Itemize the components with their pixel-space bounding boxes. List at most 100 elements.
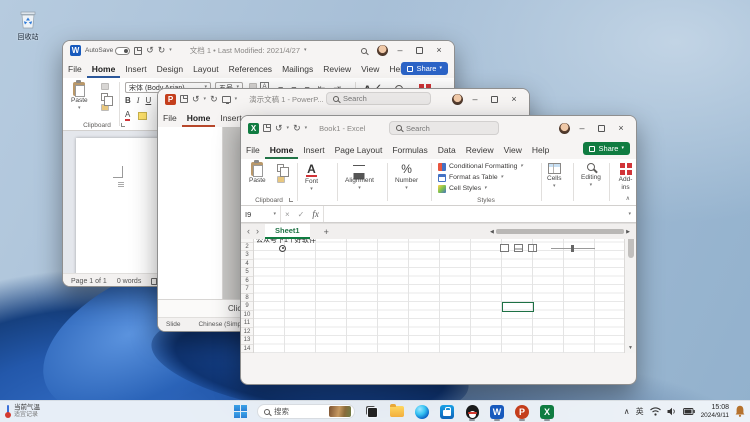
menu-item[interactable]: Formulas — [387, 140, 432, 159]
highlight-button[interactable] — [138, 112, 147, 120]
editing-group-button[interactable]: Editing ▾ — [581, 163, 601, 188]
qq-button[interactable] — [464, 403, 480, 421]
collapse-ribbon-icon[interactable]: ∧ — [626, 195, 630, 202]
maximize-button[interactable] — [416, 47, 423, 54]
expand-formula-bar-icon[interactable]: ▾ — [623, 212, 636, 217]
view-normal-icon[interactable] — [500, 244, 509, 252]
volume-icon[interactable] — [667, 407, 677, 416]
horizontal-scrollbar[interactable]: ◀ ▶ — [490, 227, 630, 236]
scroll-left-icon[interactable]: ◀ — [490, 229, 494, 235]
paste-button[interactable]: Paste — [249, 162, 266, 185]
minimize-button[interactable]: – — [467, 95, 483, 104]
add-sheet-button[interactable]: + — [324, 227, 329, 237]
dialog-launcher-icon[interactable] — [289, 198, 293, 202]
copy-icon[interactable] — [277, 164, 284, 172]
row-header[interactable]: 14 — [241, 345, 253, 354]
formula-enter-icon[interactable]: ✓ — [294, 210, 309, 219]
sheet-tab[interactable]: Sheet1 — [265, 224, 310, 239]
sheet-nav-next-icon[interactable]: › — [256, 227, 259, 236]
autosave-toggle[interactable]: AutoSave — [85, 47, 130, 55]
excel-taskbar-button[interactable]: X — [539, 403, 555, 421]
row-header[interactable]: 13 — [241, 336, 253, 345]
menu-item[interactable]: View — [499, 140, 527, 159]
minimize-button[interactable]: – — [574, 124, 590, 133]
menu-item[interactable]: References — [224, 60, 277, 78]
status-slide-label[interactable]: Slide — [166, 321, 180, 328]
task-view-button[interactable] — [364, 403, 380, 421]
formula-cancel-icon[interactable]: × — [281, 210, 294, 219]
menu-item[interactable]: Insert — [120, 60, 151, 78]
alignment-group-button[interactable]: Alignment ▾ — [345, 165, 374, 191]
avatar[interactable] — [452, 94, 463, 105]
row-header[interactable]: 8 — [241, 294, 253, 303]
slide-thumbnail-panel[interactable] — [158, 127, 223, 299]
save-icon[interactable] — [263, 124, 271, 132]
title-caret-icon[interactable]: ▾ — [304, 48, 307, 53]
cells-group-button[interactable]: Cells ▾ — [547, 163, 561, 189]
formula-input[interactable] — [323, 206, 624, 222]
menu-item[interactable]: File — [241, 140, 265, 159]
save-icon[interactable] — [180, 95, 188, 103]
zoom-knob[interactable] — [571, 245, 574, 252]
status-page-count[interactable]: Page 1 of 1 — [71, 278, 107, 285]
share-button[interactable]: Share ▾ — [401, 62, 448, 75]
edge-button[interactable] — [414, 403, 430, 421]
quick-access-caret-icon[interactable]: ▾ — [305, 126, 308, 131]
taskbar-search[interactable]: 搜索 — [257, 404, 355, 419]
menu-item[interactable]: Review — [318, 60, 356, 78]
quick-access-caret-icon[interactable]: ▾ — [169, 48, 172, 53]
undo-icon[interactable]: ↺ — [275, 124, 283, 133]
redo-icon[interactable]: ↻ — [158, 46, 166, 55]
tray-chevron-icon[interactable]: ∧ — [624, 407, 630, 416]
close-button[interactable]: × — [431, 46, 447, 55]
menu-item[interactable]: Home — [182, 109, 216, 127]
undo-icon[interactable]: ↺ — [192, 95, 200, 104]
notification-bell-icon[interactable] — [735, 405, 745, 417]
redo-icon[interactable]: ↻ — [293, 124, 301, 133]
row-header[interactable]: 6 — [241, 277, 253, 286]
word-titlebar[interactable]: W AutoSave ↺ ↻ ▾ 文档 1 • Last Modified: 2… — [63, 41, 454, 60]
powerpoint-titlebar[interactable]: P ↺ ▾ ↻ ▾ 演示文稿 1 - PowerP... Search – × — [158, 89, 529, 109]
menu-item[interactable]: File — [63, 60, 87, 78]
row-header[interactable]: 2 — [241, 243, 253, 252]
powerpoint-taskbar-button[interactable]: P — [514, 403, 530, 421]
italic-button[interactable]: I — [137, 97, 140, 105]
menu-item[interactable]: Help — [527, 140, 554, 159]
menu-item[interactable]: Home — [87, 60, 121, 78]
menu-item[interactable]: Mailings — [277, 60, 318, 78]
format-painter-icon[interactable] — [277, 176, 285, 183]
weather-widget[interactable]: 当前气温 适宜记录 — [5, 404, 40, 418]
close-button[interactable]: × — [506, 95, 522, 104]
maximize-button[interactable] — [491, 96, 498, 103]
start-slideshow-icon[interactable] — [222, 96, 231, 103]
vertical-scrollbar[interactable]: ▲ ▼ — [624, 223, 636, 353]
ribbon-style-button[interactable]: Cell Styles ▾ — [438, 183, 523, 194]
status-word-count[interactable]: 0 words — [117, 278, 142, 285]
wifi-icon[interactable] — [650, 407, 661, 416]
font-group-button[interactable]: A Font ▾ — [305, 163, 318, 192]
ribbon-style-button[interactable]: Conditional Formatting ▾ — [438, 161, 523, 172]
row-header[interactable]: 11 — [241, 319, 253, 328]
view-page-layout-icon[interactable] — [514, 244, 523, 252]
row-header[interactable]: 10 — [241, 311, 253, 320]
cells-area[interactable]: 公众号下1个好软件 — [254, 234, 624, 353]
search-icon[interactable] — [361, 48, 367, 54]
battery-icon[interactable] — [683, 408, 695, 415]
search-box[interactable]: Search — [389, 121, 499, 135]
menu-item[interactable]: Design — [152, 60, 188, 78]
menu-item[interactable]: File — [158, 109, 182, 127]
row-header[interactable]: 9 — [241, 302, 253, 311]
bold-button[interactable]: B — [125, 97, 131, 105]
name-box[interactable]: I9 ▾ — [241, 206, 281, 222]
start-button[interactable] — [232, 403, 248, 421]
language-indicator[interactable]: 英 — [636, 406, 644, 417]
quick-access-caret-icon[interactable]: ▾ — [235, 97, 238, 102]
avatar[interactable] — [377, 45, 388, 56]
excel-titlebar[interactable]: X ↺ ▾ ↻ ▾ Book1 - Excel Search – × — [241, 116, 636, 140]
scroll-down-icon[interactable]: ▼ — [628, 345, 633, 352]
recycle-bin-shortcut[interactable]: 回收站 — [10, 7, 46, 42]
cut-icon[interactable] — [101, 83, 109, 90]
close-button[interactable]: × — [613, 124, 629, 133]
share-button[interactable]: Share ▾ — [583, 142, 630, 155]
zoom-slider[interactable] — [551, 248, 595, 249]
